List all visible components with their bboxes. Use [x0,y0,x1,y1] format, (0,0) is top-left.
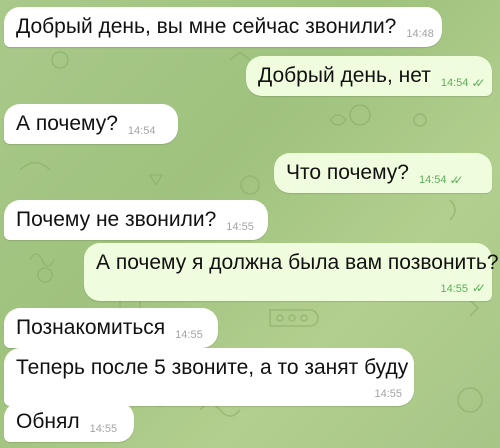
message-time: 14:54 [440,77,469,89]
message-text: Что почему? [286,161,409,184]
message-time: 14:55 [226,221,254,233]
message-incoming[interactable]: А почему? 14:54 [4,104,178,144]
message-outgoing[interactable]: Что почему? 14:54 ✓✓ [274,153,492,193]
message-incoming[interactable]: Добрый день, вы мне сейчас звонили? 14:4… [4,7,442,47]
chat-message-list[interactable]: Добрый день, вы мне сейчас звонили? 14:4… [0,0,500,448]
message-outgoing[interactable]: Добрый день, нет 14:54 ✓✓ [246,56,492,96]
message-text: Добрый день, нет [258,64,431,87]
message-incoming[interactable]: Познакомиться 14:55 [4,308,218,348]
message-time: 14:54 [418,174,447,186]
message-text: Познакомиться [16,316,166,339]
message-time: 14:55 [374,388,402,400]
message-incoming[interactable]: Теперь после 5 звоните, а то занят буду … [4,348,414,406]
double-check-icon: ✓✓ [471,76,485,90]
message-outgoing[interactable]: А почему я должна была вам позвонить? 14… [84,243,499,301]
message-text: Обнял [16,410,80,433]
message-text: Почему не звонили? [16,208,217,231]
message-time: 14:55 [175,329,203,341]
double-check-icon: ✓✓ [471,281,486,295]
message-text: Добрый день, вы мне сейчас звонили? [16,15,397,38]
message-time: 14:48 [406,28,434,40]
double-check-icon: ✓✓ [449,173,464,187]
message-time: 14:55 [89,423,118,435]
message-text: А почему? [16,112,118,135]
message-time: 14:55 [440,283,468,295]
message-time: 14:54 [127,125,156,137]
message-incoming[interactable]: Почему не звонили? 14:55 [4,200,268,240]
message-text: А почему я должна была вам позвонить? [96,251,499,274]
message-incoming[interactable]: Обнял 14:55 [4,402,134,442]
message-text: Теперь после 5 звоните, а то занят буду [16,356,409,379]
